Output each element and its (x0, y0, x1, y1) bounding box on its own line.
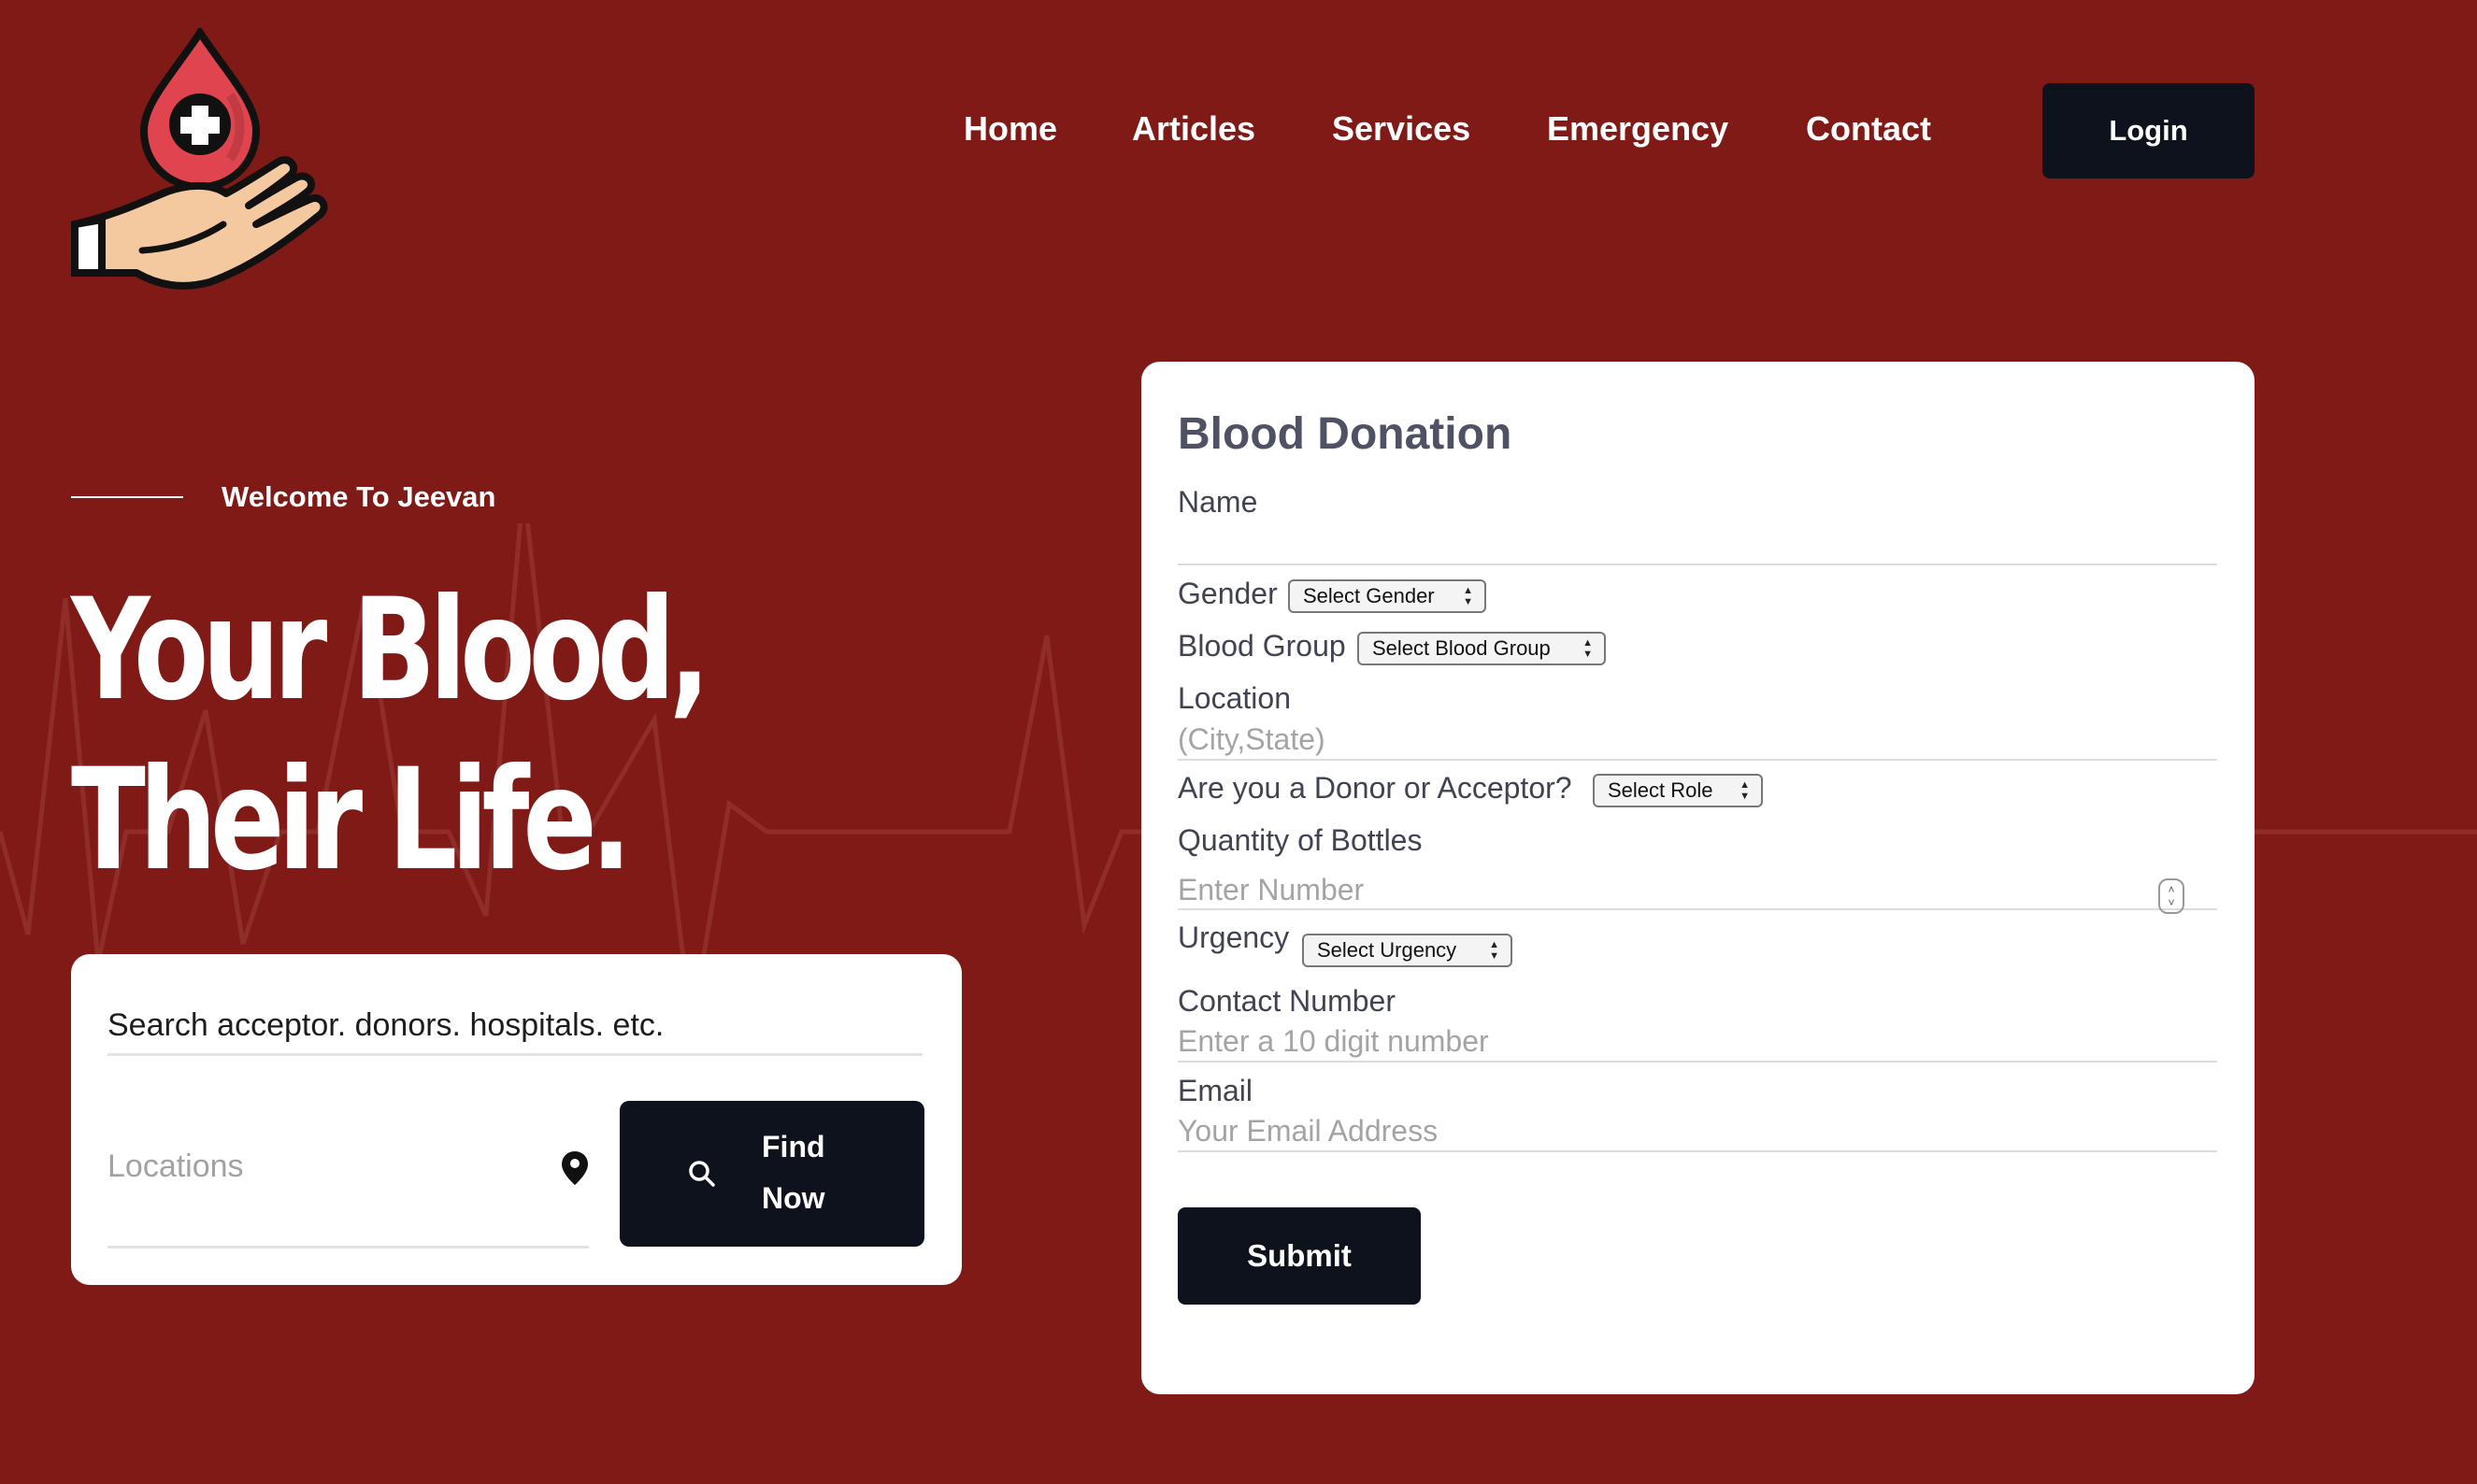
hero-title-line-2: Their Life. (71, 739, 632, 902)
gender-select[interactable]: Select Gender ▲ ▼ (1288, 579, 1486, 613)
blood-group-select-value: Select Blood Group (1372, 636, 1551, 660)
role-label: Are you a Donor or Acceptor? (1178, 771, 1572, 805)
find-now-label: Find Now (762, 1121, 855, 1224)
form-title: Blood Donation (1178, 409, 1512, 459)
search-input[interactable] (107, 997, 923, 1056)
hero-title-line-1: Your Blood, (71, 569, 710, 732)
map-pin-icon[interactable] (561, 1150, 589, 1186)
form-location-input[interactable] (1178, 720, 2217, 761)
contact-input[interactable] (1178, 1021, 2217, 1063)
search-icon (689, 1161, 715, 1187)
location-label: Location (1178, 681, 1291, 715)
nav-link-articles[interactable]: Articles (1132, 105, 1255, 153)
location-input[interactable] (107, 1134, 537, 1199)
find-now-button[interactable]: Find Now (620, 1101, 924, 1247)
search-card: Find Now (71, 954, 962, 1285)
gender-select-value: Select Gender (1303, 584, 1435, 607)
role-select-value: Select Role (1608, 778, 1713, 802)
quantity-input[interactable] (1178, 871, 2217, 910)
nav-link-contact[interactable]: Contact (1806, 105, 1931, 153)
role-select[interactable]: Select Role ▲ ▼ (1593, 774, 1763, 807)
email-input[interactable] (1178, 1111, 2217, 1152)
submit-button[interactable]: Submit (1178, 1207, 1421, 1305)
select-arrows-icon: ▲ ▼ (1740, 779, 1750, 802)
email-label: Email (1178, 1074, 1253, 1107)
contact-label: Contact Number (1178, 984, 1396, 1018)
nav-link-home[interactable]: Home (964, 105, 1057, 153)
urgency-label: Urgency (1178, 920, 1290, 954)
select-arrows-icon: ▲ ▼ (1582, 637, 1593, 660)
select-arrows-icon: ▲ ▼ (1489, 939, 1499, 962)
quantity-stepper-icon[interactable]: ˄ ˅ (2158, 878, 2184, 914)
name-input[interactable] (1178, 528, 2217, 565)
blood-donation-form: Blood Donation Name Gender Select Gender… (1141, 362, 2255, 1394)
find-now-label-line-2: Now (762, 1181, 825, 1215)
login-button[interactable]: Login (2042, 83, 2255, 178)
blood-group-select[interactable]: Select Blood Group ▲ ▼ (1357, 632, 1606, 665)
select-arrows-icon: ▲ ▼ (1463, 585, 1473, 607)
quantity-label: Quantity of Bottles (1178, 823, 1423, 857)
blood-group-label: Blood Group (1178, 629, 1346, 663)
welcome-tagline: Welcome To Jeevan (222, 480, 496, 513)
nav-link-services[interactable]: Services (1332, 105, 1470, 153)
urgency-select-value: Select Urgency (1317, 938, 1457, 962)
name-label: Name (1178, 485, 1258, 519)
find-now-label-line-1: Find (762, 1130, 825, 1163)
urgency-select[interactable]: Select Urgency ▲ ▼ (1302, 934, 1512, 967)
welcome-divider (71, 496, 183, 498)
nav-link-emergency[interactable]: Emergency (1547, 105, 1728, 153)
hero-title: Your Blood, Their Life. (71, 565, 800, 906)
gender-label: Gender (1178, 577, 1278, 610)
location-field (107, 1096, 589, 1249)
